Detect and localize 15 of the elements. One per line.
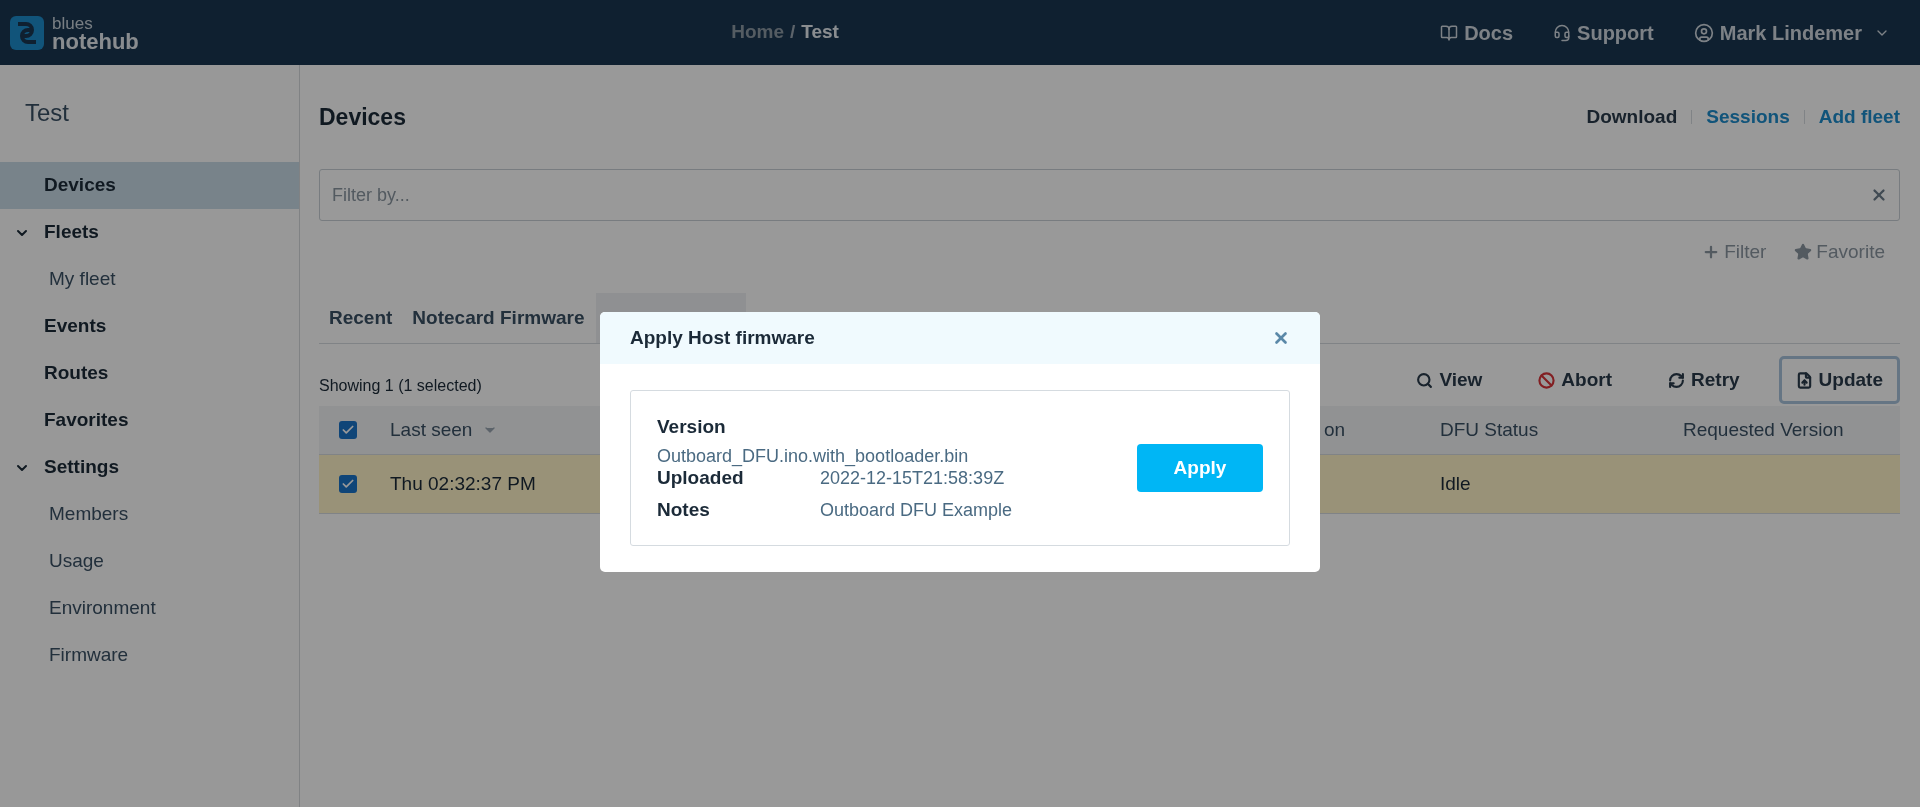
version-value: Outboard_DFU.ino.with_bootloader.bin [657, 445, 970, 467]
field-label: Uploaded [657, 467, 745, 489]
showing-count: Showing 1 (1 selected) [319, 376, 482, 396]
table-cell-text: Idle [1440, 471, 1471, 496]
version-label: Version [657, 415, 727, 439]
sidebar-title: Test [24, 98, 70, 128]
page-title: Devices [319, 102, 406, 132]
field-label: Notes [657, 499, 711, 521]
breadcrumb-separator: / [790, 20, 796, 45]
table-cell-text: Thu 02:32:37 PM [389, 471, 536, 496]
logo-text: notehub [52, 32, 139, 51]
field-value: 2022-12-15T21:58:39Z [820, 467, 1005, 489]
field-value: Outboard DFU Example [820, 499, 1013, 521]
modal-title: Apply Host firmware [630, 325, 815, 350]
logo-text: blues [52, 14, 94, 33]
